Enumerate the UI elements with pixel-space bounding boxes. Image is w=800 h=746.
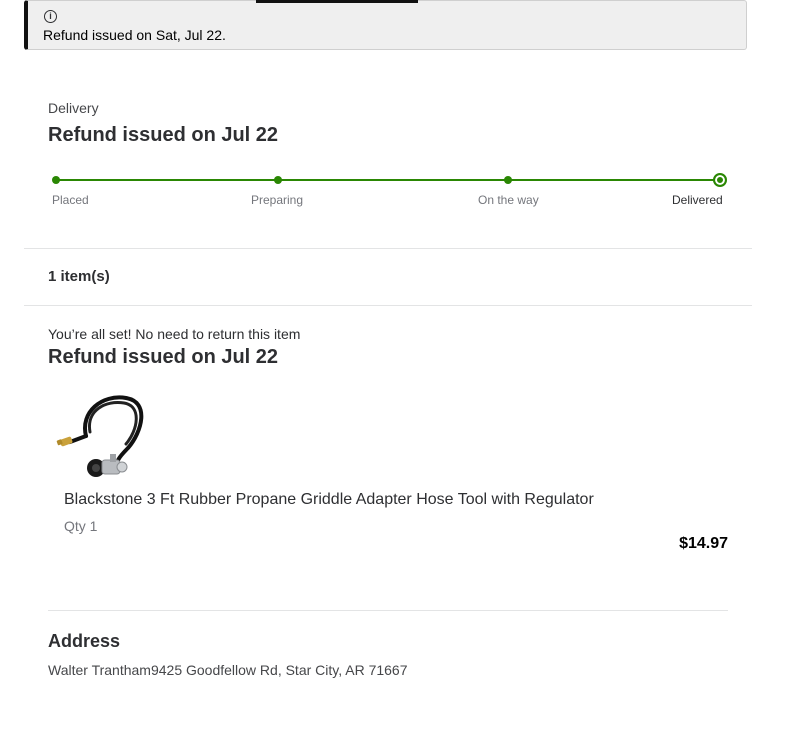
step-label-delivered: Delivered	[672, 193, 723, 207]
step-dot-placed	[52, 176, 60, 184]
step-dot-on-the-way	[504, 176, 512, 184]
product-quantity: Qty 1	[64, 518, 98, 534]
alert-message: Refund issued on Sat, Jul 22.	[43, 27, 226, 43]
product-image[interactable]	[56, 392, 148, 484]
section-divider	[48, 610, 728, 611]
step-label-placed: Placed	[52, 193, 89, 207]
step-dot-delivered	[713, 173, 727, 187]
step-dot-preparing	[274, 176, 282, 184]
info-icon: i	[44, 10, 57, 23]
address-heading: Address	[48, 631, 121, 651]
return-note: You’re all set! No need to return this i…	[48, 326, 301, 342]
delivery-status-title: Refund issued on Jul 22	[48, 124, 279, 146]
item-refund-title: Refund issued on Jul 22	[48, 346, 279, 368]
propane-hose-icon	[56, 395, 144, 477]
delivery-label: Delivery	[48, 100, 99, 116]
progress-track-line	[56, 179, 719, 181]
step-label-preparing: Preparing	[251, 193, 304, 207]
shipping-address: Walter Trantham9425 Goodfellow Rd, Star …	[48, 662, 408, 678]
items-count: 1 item(s)	[48, 268, 110, 285]
product-price: $14.97	[679, 535, 728, 552]
alert-top-mark	[256, 0, 418, 3]
section-divider	[24, 305, 752, 306]
product-name-link[interactable]: Blackstone 3 Ft Rubber Propane Griddle A…	[64, 491, 594, 509]
refund-alert-banner: i Refund issued on Sat, Jul 22.	[24, 0, 747, 50]
delivery-progress-tracker: Placed Preparing On the way Delivered	[52, 172, 728, 212]
section-divider	[24, 248, 752, 249]
step-label-on-the-way: On the way	[478, 193, 539, 207]
